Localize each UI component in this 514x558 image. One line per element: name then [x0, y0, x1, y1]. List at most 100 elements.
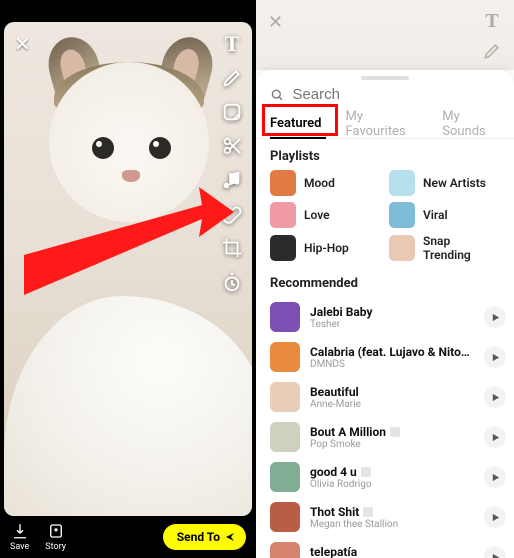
- playlist-thumb: [389, 235, 415, 261]
- track-row[interactable]: Thot ShitMegan thee Stallion: [270, 497, 506, 537]
- timer-icon[interactable]: [220, 270, 244, 294]
- track-artwork: [270, 382, 300, 412]
- pencil-draw-icon[interactable]: [482, 41, 502, 65]
- music-sheet: Featured My Favourites My Sounds Playlis…: [256, 70, 514, 558]
- playlist-item[interactable]: New Artists: [389, 170, 500, 196]
- sticker-icon[interactable]: [220, 100, 244, 124]
- search-row[interactable]: [256, 82, 514, 109]
- snap-editor-screen: ✕ T Save: [0, 0, 256, 558]
- track-artist: Pop Smoke: [310, 439, 474, 450]
- playlist-thumb: [389, 202, 415, 228]
- track-artwork: [270, 462, 300, 492]
- track-artwork: [270, 542, 300, 558]
- tab-favourites[interactable]: My Favourites: [346, 109, 419, 139]
- play-icon: [491, 313, 500, 322]
- track-title: Beautiful: [310, 385, 474, 399]
- track-artwork: [270, 502, 300, 532]
- download-icon: [11, 522, 29, 540]
- track-meta: Thot ShitMegan thee Stallion: [310, 505, 474, 530]
- play-button[interactable]: [484, 506, 506, 528]
- search-input[interactable]: [292, 86, 500, 103]
- explicit-badge: [361, 467, 371, 477]
- explicit-badge: [363, 507, 373, 517]
- play-icon: [491, 433, 500, 442]
- playlists-heading: Playlists: [256, 139, 514, 170]
- recommended-list: Jalebi BabyTesher Calabria (feat. Lujavo …: [256, 297, 514, 558]
- track-title: Thot Shit: [310, 505, 474, 519]
- track-meta: Jalebi BabyTesher: [310, 305, 474, 330]
- playlist-item[interactable]: Mood: [270, 170, 381, 196]
- play-button[interactable]: [484, 546, 506, 558]
- track-row[interactable]: Calabria (feat. Lujavo & Nito-Onna)DMNDS: [270, 337, 506, 377]
- play-button[interactable]: [484, 306, 506, 328]
- track-meta: Calabria (feat. Lujavo & Nito-Onna)DMNDS: [310, 345, 474, 370]
- tab-sounds[interactable]: My Sounds: [442, 109, 500, 139]
- track-artist: Anne-Marie: [310, 399, 474, 410]
- playlists-grid: Mood New Artists Love Viral Hip-Hop Snap Tren…: [256, 170, 514, 266]
- playlist-label: Viral: [423, 208, 448, 222]
- track-row[interactable]: Bout A MillionPop Smoke: [270, 417, 506, 457]
- playlist-thumb: [270, 170, 296, 196]
- close-button[interactable]: ✕: [14, 32, 31, 56]
- pencil-draw-icon[interactable]: [220, 66, 244, 90]
- close-button[interactable]: ✕: [268, 12, 283, 33]
- playlist-thumb: [270, 235, 296, 261]
- play-icon: [491, 353, 500, 362]
- text-tool-icon[interactable]: T: [485, 10, 498, 33]
- track-row[interactable]: BeautifulAnne-Marie: [270, 377, 506, 417]
- tab-featured[interactable]: Featured: [270, 116, 322, 131]
- playlist-thumb: [389, 170, 415, 196]
- track-meta: Bout A MillionPop Smoke: [310, 425, 474, 450]
- playlist-item[interactable]: Love: [270, 202, 381, 228]
- playlist-item[interactable]: Hip-Hop: [270, 234, 381, 262]
- play-icon: [491, 393, 500, 402]
- bottom-action-bar: Save Story Send To: [0, 516, 256, 558]
- play-button[interactable]: [484, 346, 506, 368]
- playlist-item[interactable]: Viral: [389, 202, 500, 228]
- play-button[interactable]: [484, 466, 506, 488]
- send-to-button[interactable]: Send To: [163, 524, 246, 550]
- playlist-label: Love: [304, 208, 330, 222]
- paperclip-link-icon[interactable]: [220, 202, 244, 226]
- text-tool-icon[interactable]: T: [220, 32, 244, 56]
- track-artist: DMNDS: [310, 359, 474, 370]
- playlist-item[interactable]: Snap Trending: [389, 234, 500, 262]
- explicit-badge: [390, 427, 400, 437]
- play-icon: [491, 473, 500, 482]
- snap-photo: [4, 22, 252, 516]
- track-row[interactable]: good 4 uOlivia Rodrigo: [270, 457, 506, 497]
- save-label: Save: [10, 542, 29, 552]
- track-title: good 4 u: [310, 465, 474, 479]
- recommended-heading: Recommended: [256, 266, 514, 297]
- playlist-label: Snap Trending: [423, 234, 500, 262]
- playlist-label: Mood: [304, 176, 335, 190]
- send-to-label: Send To: [177, 530, 220, 544]
- crop-icon[interactable]: [220, 236, 244, 260]
- track-row[interactable]: telepatíaKali Uchis: [270, 537, 506, 558]
- music-picker-backdrop: ✕ T: [256, 0, 514, 70]
- scissors-icon[interactable]: [220, 134, 244, 158]
- play-button[interactable]: [484, 386, 506, 408]
- playlist-label: New Artists: [423, 176, 486, 190]
- track-artwork: [270, 342, 300, 372]
- music-note-icon[interactable]: [220, 168, 244, 192]
- playlist-label: Hip-Hop: [304, 241, 349, 255]
- sheet-drag-handle[interactable]: [361, 76, 409, 80]
- save-button[interactable]: Save: [10, 522, 29, 552]
- track-row[interactable]: Jalebi BabyTesher: [270, 297, 506, 337]
- music-picker-screen: ✕ T Featured My Favourites My Sounds Pla…: [256, 0, 514, 558]
- music-tabs: Featured My Favourites My Sounds: [256, 109, 514, 139]
- story-button[interactable]: Story: [45, 522, 66, 552]
- story-label: Story: [45, 542, 66, 552]
- playlist-thumb: [270, 202, 296, 228]
- track-artwork: [270, 302, 300, 332]
- play-button[interactable]: [484, 426, 506, 448]
- track-artist: Olivia Rodrigo: [310, 479, 474, 490]
- send-arrow-icon: [224, 531, 236, 543]
- track-title: Bout A Million: [310, 425, 474, 439]
- track-meta: telepatíaKali Uchis: [310, 545, 474, 558]
- track-artwork: [270, 422, 300, 452]
- snap-preview[interactable]: ✕ T: [4, 22, 252, 516]
- track-title: Calabria (feat. Lujavo & Nito-Onna): [310, 345, 474, 359]
- play-icon: [491, 513, 500, 522]
